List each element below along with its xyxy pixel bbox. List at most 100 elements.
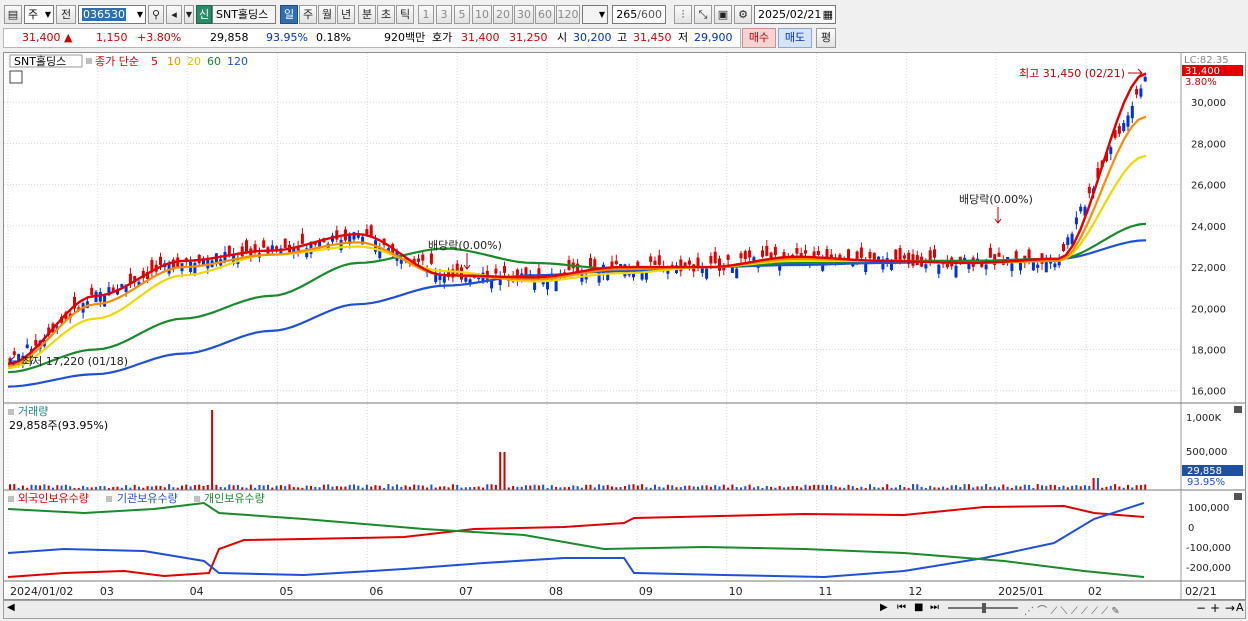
interval-30[interactable]: 30: [514, 5, 534, 24]
rewind-icon[interactable]: ⏮: [897, 602, 906, 613]
x-axis-label: 07: [459, 585, 473, 598]
low-annotation: 최저 17,220 (01/18): [22, 355, 128, 368]
zoom-slider-handle[interactable]: [982, 603, 986, 613]
chart-area[interactable]: SNT홀딩스 종가 단순 5 10 20 60 120 30,000 28,000…: [3, 52, 1246, 600]
stock-code-input[interactable]: 036530 ▼: [78, 5, 146, 24]
zoom-in-icon[interactable]: +: [1210, 601, 1220, 615]
volume-bar: [430, 484, 433, 490]
high-annotation: 최고 31,450 (02/21): [1019, 67, 1125, 80]
interval-custom-select[interactable]: ▼: [582, 5, 608, 24]
candle-chart-icon[interactable]: ⫶: [674, 5, 692, 24]
count-input[interactable]: 265/600: [612, 5, 666, 24]
grid-toggle-icon[interactable]: [9, 70, 23, 84]
stock-code-value: 036530: [82, 8, 126, 21]
interval-60[interactable]: 60: [535, 5, 555, 24]
layout-icon[interactable]: ▤: [4, 5, 22, 24]
price-y-ticks: 30,000 28,000 26,000 24,000 22,000 20,000 18,0…: [1191, 98, 1226, 397]
panel-close-icon[interactable]: [1234, 406, 1242, 413]
interval-5[interactable]: 5: [454, 5, 470, 24]
tab-day[interactable]: 일: [280, 5, 298, 24]
stop-icon[interactable]: ■: [914, 602, 923, 613]
volume-bar: [826, 485, 828, 490]
candle-body: [193, 262, 197, 274]
volume-bar: [159, 485, 162, 490]
volume-bar: [1015, 485, 1018, 490]
volume-bar: [942, 486, 945, 490]
candle-body: [421, 254, 425, 261]
volume-bar: [623, 485, 626, 490]
speaker-icon[interactable]: ◂: [166, 5, 182, 24]
volume-bar: [490, 484, 493, 490]
price-y-tick: 24,000: [1191, 222, 1226, 233]
volume-bar: [1062, 485, 1065, 490]
period-select[interactable]: 주 ▼: [24, 5, 54, 24]
volume-bar: [1084, 485, 1086, 490]
volume-bar: [955, 485, 957, 490]
legend-ma-20: 20: [187, 55, 201, 68]
stock-name-field[interactable]: SNT홀딩스: [212, 5, 276, 24]
interval-10[interactable]: 10: [472, 5, 492, 24]
panel-close-icon[interactable]: [1234, 493, 1242, 500]
holding-lines: [7, 501, 1145, 579]
volume-bar: [365, 484, 368, 490]
candle-body: [1130, 105, 1134, 119]
volume-bar: [1019, 486, 1022, 490]
save-icon[interactable]: ▣: [714, 5, 732, 24]
compare-icon[interactable]: ⤡: [694, 5, 712, 24]
tab-week[interactable]: 주: [299, 5, 317, 24]
candle-body: [1117, 126, 1121, 134]
chevron-down-icon[interactable]: ▼: [184, 5, 194, 24]
volume-bar: [1028, 484, 1031, 490]
date-input[interactable]: 2025/02/21 ▦: [754, 5, 836, 24]
chevron-down-icon: ▼: [598, 10, 605, 19]
volume-bar: [499, 452, 502, 490]
scroll-end-icon[interactable]: →: [1225, 601, 1235, 615]
search-icon[interactable]: ⚲: [148, 5, 164, 24]
gear-icon[interactable]: ⚙: [734, 5, 752, 24]
candle-body: [730, 267, 734, 273]
volume-current-badge: 29,858: [1187, 466, 1222, 477]
tab-minute[interactable]: 분: [358, 5, 376, 24]
volume-bar: [550, 485, 553, 490]
eval-button[interactable]: 평: [816, 28, 836, 48]
chart-svg[interactable]: SNT홀딩스 종가 단순 5 10 20 60 120 30,00028,000…: [4, 53, 1245, 599]
price-y-tick: 16,000: [1191, 387, 1226, 398]
x-axis-label: 03: [100, 585, 114, 598]
volume-bar: [886, 484, 889, 490]
new-listing-badge: 신: [196, 5, 212, 24]
volume-bar: [322, 484, 325, 490]
zoom-out-icon[interactable]: −: [1196, 601, 1206, 615]
price-change: 1,150: [96, 31, 128, 44]
fast-forward-icon[interactable]: ⏭: [930, 602, 939, 613]
candle-body: [1010, 263, 1014, 272]
drawing-tools-icon[interactable]: ⋰ ⌒ ⟋ ⟍ ⟋ ⟋ ⟋ ⟋ ✎: [1024, 602, 1120, 617]
volume-bar: [611, 486, 613, 490]
chart-scrollbar[interactable]: ◀ ▶ ⏮ ■ ⏭ ⋰ ⌒ ⟋ ⟍ ⟋ ⟋ ⟋ ⟋ ✎ − + → A: [3, 600, 1246, 619]
open-price: 30,200: [573, 31, 612, 44]
volume-bar: [1053, 485, 1056, 490]
tab-second[interactable]: 초: [377, 5, 395, 24]
volume-bar: [370, 486, 373, 490]
volume-bar: [714, 485, 717, 490]
tab-year[interactable]: 년: [337, 5, 355, 24]
interval-1[interactable]: 1: [418, 5, 434, 24]
price-y-tick: 22,000: [1191, 263, 1226, 274]
candle-body: [657, 255, 661, 265]
volume-bar: [258, 484, 261, 490]
prev-button[interactable]: 전: [56, 5, 76, 24]
candle-body: [700, 267, 704, 274]
volume-bar: [353, 484, 355, 490]
scroll-right-icon[interactable]: ▶: [880, 602, 888, 613]
tab-tick[interactable]: 틱: [396, 5, 414, 24]
interval-120[interactable]: 120: [556, 5, 580, 24]
tab-month[interactable]: 월: [318, 5, 336, 24]
ma-lines: [7, 72, 1147, 388]
interval-20[interactable]: 20: [493, 5, 513, 24]
x-axis-label: 10: [729, 585, 743, 598]
buy-button[interactable]: 매수: [742, 28, 776, 48]
scroll-left-icon[interactable]: ◀: [7, 602, 15, 613]
sell-button[interactable]: 매도: [778, 28, 812, 48]
interval-3[interactable]: 3: [436, 5, 452, 24]
legend-individual-holding: 개인보유수량: [204, 492, 265, 505]
font-size-icon[interactable]: A: [1236, 601, 1244, 614]
